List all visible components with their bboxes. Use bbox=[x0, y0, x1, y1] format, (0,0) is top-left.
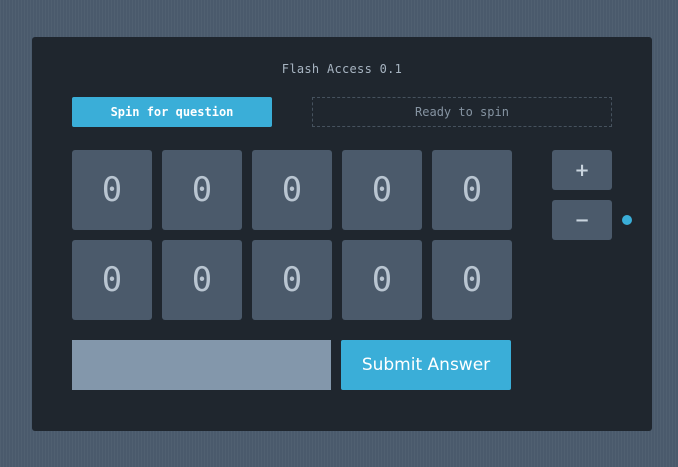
app-title: Flash Access 0.1 bbox=[281, 62, 403, 76]
answer-input[interactable] bbox=[72, 340, 331, 390]
digit-cell[interactable]: 0 bbox=[72, 240, 152, 320]
increment-button[interactable]: + bbox=[552, 150, 612, 190]
digit-cell[interactable]: 0 bbox=[162, 240, 242, 320]
status-dot-icon bbox=[622, 215, 632, 225]
app-panel: Flash Access 0.1 Spin for question Ready… bbox=[32, 37, 652, 431]
decrement-button[interactable]: − bbox=[552, 200, 612, 240]
spin-button[interactable]: Spin for question bbox=[72, 97, 272, 127]
digit-cell[interactable]: 0 bbox=[342, 150, 422, 230]
submit-answer-button[interactable]: Submit Answer bbox=[341, 340, 511, 390]
digit-cell[interactable]: 0 bbox=[252, 240, 332, 320]
digit-cell[interactable]: 0 bbox=[342, 240, 422, 320]
digit-cell[interactable]: 0 bbox=[252, 150, 332, 230]
digit-cell[interactable]: 0 bbox=[432, 150, 512, 230]
digit-grid: 0 0 0 0 0 0 0 0 0 0 bbox=[72, 150, 512, 320]
status-box: Ready to spin bbox=[312, 97, 612, 127]
digit-cell[interactable]: 0 bbox=[432, 240, 512, 320]
digit-cell[interactable]: 0 bbox=[72, 150, 152, 230]
digit-cell[interactable]: 0 bbox=[162, 150, 242, 230]
